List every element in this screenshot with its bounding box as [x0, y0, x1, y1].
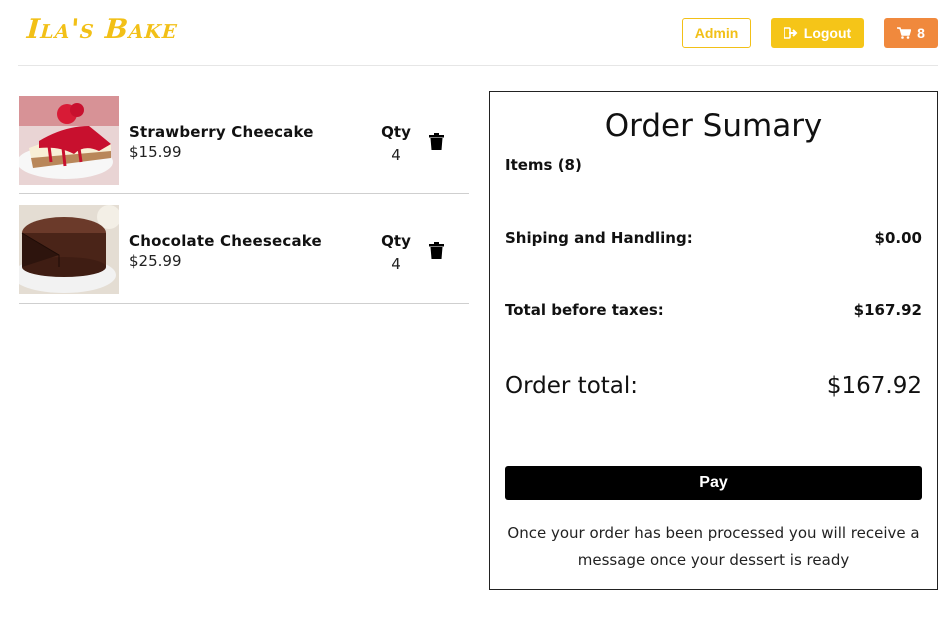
pay-button-label: Pay [699, 474, 728, 491]
before-tax-row: Total before taxes: $167.92 [505, 301, 922, 319]
header-divider [18, 65, 938, 66]
order-total-value: $167.92 [826, 373, 922, 399]
cart-items-list: Strawberry Cheecake $15.99 Qty 4 Chocola… [19, 95, 469, 304]
admin-button[interactable]: Admin [682, 18, 751, 48]
item-price: $15.99 [129, 143, 182, 161]
cart-button[interactable]: 8 [884, 18, 938, 48]
shipping-row: Shiping and Handling: $0.00 [505, 229, 922, 247]
chocolate-cheesecake-image [19, 205, 119, 294]
top-navbar: Ila's Bake Admin Logout 8 [0, 0, 952, 66]
logout-icon [783, 27, 798, 39]
order-total-label: Order total: [505, 373, 639, 399]
trash-icon[interactable] [429, 242, 444, 259]
pay-button[interactable]: Pay [505, 466, 922, 500]
qty-label: Qty [381, 123, 411, 141]
admin-button-label: Admin [694, 25, 739, 41]
logout-button-label: Logout [803, 25, 852, 41]
order-summary-title: Order Sumary [604, 108, 823, 144]
qty-label: Qty [381, 232, 411, 250]
item-name[interactable]: Chocolate Cheesecake [129, 232, 322, 250]
cart-item: Strawberry Cheecake $15.99 Qty 4 [19, 95, 469, 194]
order-note: Once your order has been processed you w… [507, 524, 920, 569]
before-tax-value: $167.92 [853, 301, 922, 319]
order-total-row: Order total: $167.92 [505, 373, 922, 399]
cart-count: 8 [917, 25, 925, 41]
brand-logo[interactable]: Ila's Bake [26, 14, 179, 45]
strawberry-cheesecake-image [19, 96, 119, 185]
order-summary-panel: Order Sumary Items (8) Shiping and Handl… [489, 91, 938, 590]
item-name[interactable]: Strawberry Cheecake [129, 123, 314, 141]
qty-value: 4 [391, 255, 401, 273]
before-tax-label: Total before taxes: [505, 301, 664, 319]
shipping-value: $0.00 [874, 229, 922, 247]
qty-value: 4 [391, 146, 401, 164]
items-count: Items (8) [505, 156, 582, 174]
item-price: $25.99 [129, 252, 182, 270]
shipping-label: Shiping and Handling: [505, 229, 693, 247]
cart-icon [897, 27, 912, 39]
trash-icon[interactable] [429, 133, 444, 150]
logout-button[interactable]: Logout [771, 18, 864, 48]
cart-item: Chocolate Cheesecake $25.99 Qty 4 [19, 194, 469, 304]
